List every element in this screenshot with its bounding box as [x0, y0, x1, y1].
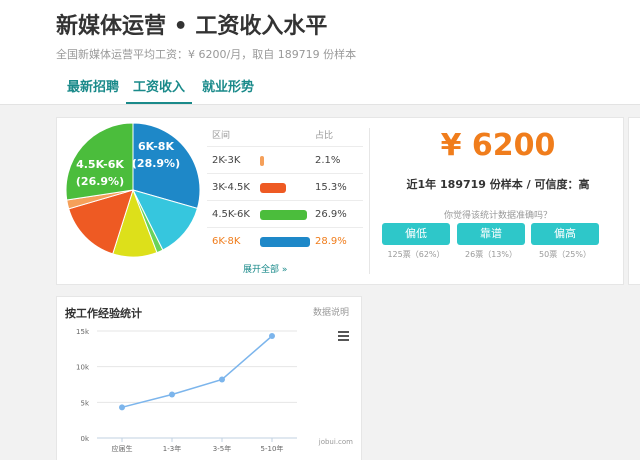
- vote-reliable-count: 26票（13%）: [465, 250, 517, 259]
- vote-high-button[interactable]: 偏高: [531, 223, 599, 245]
- range-label: 3K-4.5K: [212, 182, 250, 193]
- panel-divider: [369, 128, 370, 274]
- menu-icon[interactable]: [338, 331, 349, 343]
- range-label: 2K-3K: [212, 155, 241, 166]
- chart-title: 按工作经验统计: [65, 307, 142, 320]
- page-header: 新媒体运营 • 工资收入水平 全国新媒体运营平均工资：¥ 6200/月，取自 1…: [0, 0, 640, 105]
- data-point[interactable]: [119, 404, 125, 411]
- vote-reliable-button[interactable]: 靠谱: [457, 223, 525, 245]
- table-row: 2K-3K 2.1%: [207, 146, 363, 173]
- source-credit: jobui.com: [318, 438, 353, 446]
- table-row: 3K-4.5K 15.3%: [207, 173, 363, 200]
- vote-low-count: 125票（62%）: [387, 250, 445, 259]
- experience-chart-panel: 0k 5k 10k 15k 应届生 1-3年 3-5年 5-10年 按工作经验统计 数据说明 …: [56, 296, 362, 460]
- salary-pie-chart: 6K-8K (28.9%) 4.5K-6K (26.9%): [65, 122, 201, 258]
- table-row: 6K-8K 28.9%: [207, 227, 363, 254]
- data-point[interactable]: [219, 376, 225, 383]
- tab-salary[interactable]: 工资收入: [126, 76, 192, 104]
- range-column-header: 区间: [212, 131, 231, 141]
- x-tick-label: 应届生: [112, 444, 133, 453]
- table-row: 4.5K-6K 26.9%: [207, 200, 363, 227]
- y-tick-label: 10k: [76, 364, 90, 372]
- series-line: [121, 335, 273, 409]
- percent-label: 28.9%: [315, 236, 347, 247]
- percent-label: 2.1%: [315, 155, 341, 166]
- tab-latest-jobs[interactable]: 最新招聘: [62, 76, 124, 102]
- average-salary: ¥ 6200: [440, 128, 556, 163]
- percent-column-header: 占比: [315, 131, 334, 141]
- pie-label: (28.9%): [132, 157, 180, 170]
- table-header: 区间 占比: [207, 124, 363, 146]
- range-label: 6K-8K: [212, 236, 241, 247]
- share-bar: [260, 210, 307, 220]
- data-point[interactable]: [169, 391, 175, 398]
- x-tick-label: 5-10年: [261, 444, 284, 453]
- salary-distribution-panel: 6K-8K (28.9%) 4.5K-6K (26.9%) 区间 占比 2K-3K 2.…: [56, 117, 624, 285]
- vote-question: 你觉得该统计数据准确吗？: [443, 211, 552, 221]
- page-subtitle: 全国新媒体运营平均工资：¥ 6200/月，取自 189719 份样本: [56, 48, 357, 61]
- vote-low-button[interactable]: 偏低: [382, 223, 450, 245]
- data-point[interactable]: [269, 332, 275, 339]
- percent-label: 15.3%: [315, 182, 347, 193]
- share-bar: [260, 237, 310, 247]
- salary-distribution-table: 区间 占比 2K-3K 2.1% 3K-4.5K 15.3% 4.5K-6K 26.9% 6…: [207, 124, 363, 275]
- data-explanation-link[interactable]: 数据说明: [313, 305, 349, 318]
- sample-info: 近1年 189719 份样本 / 可信度：高: [406, 178, 590, 191]
- experience-line-chart: 0k 5k 10k 15k 应届生 1-3年 3-5年 5-10年: [76, 328, 297, 453]
- side-panel-edge: [628, 117, 640, 285]
- x-tick-label: 3-5年: [213, 444, 231, 453]
- percent-label: 26.9%: [315, 209, 347, 220]
- y-tick-label: 15k: [76, 328, 90, 336]
- pie-label: 6K-8K: [138, 140, 174, 153]
- vote-high-count: 50票（25%）: [539, 250, 591, 259]
- y-tick-label: 0k: [80, 435, 89, 443]
- tab-employment[interactable]: 就业形势: [198, 76, 258, 102]
- page-title: 新媒体运营 • 工资收入水平: [56, 14, 328, 39]
- expand-all-link[interactable]: 展开全部 »: [243, 262, 287, 275]
- share-bar: [260, 156, 264, 166]
- y-tick-label: 5k: [80, 399, 89, 407]
- pie-label: 4.5K-6K: [76, 158, 124, 171]
- share-bar: [260, 183, 287, 193]
- x-tick-label: 1-3年: [163, 444, 181, 453]
- pie-label: (26.9%): [76, 175, 124, 188]
- range-label: 4.5K-6K: [212, 209, 250, 220]
